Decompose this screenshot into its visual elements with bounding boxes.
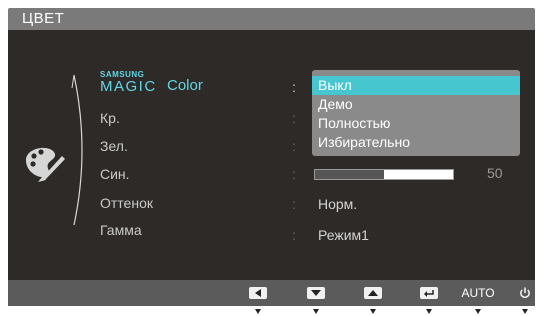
left-arrow-icon (255, 289, 261, 297)
menu-item-green[interactable]: Зел. (100, 138, 128, 154)
colon-green: : (292, 138, 296, 154)
dropdown-option-demo[interactable]: Демо (312, 95, 520, 114)
left-button[interactable] (247, 285, 269, 301)
title-bar: ЦВЕТ (8, 8, 535, 30)
down-arrow-icon (311, 290, 321, 296)
up-button[interactable] (362, 285, 384, 301)
auto-button[interactable]: AUTO (458, 285, 498, 301)
magic-brand-label: MAGIC (100, 78, 157, 95)
colon-tone: : (292, 196, 296, 212)
colon-magic-color: : (292, 79, 296, 95)
enter-icon (424, 289, 434, 297)
tick-power (522, 309, 528, 314)
menu-item-tone[interactable]: Оттенок (100, 195, 153, 211)
blue-slider[interactable] (314, 169, 454, 180)
menu-item-blue[interactable]: Син. (100, 166, 130, 182)
colon-gamma: : (292, 227, 296, 243)
dropdown-option-off[interactable]: Выкл (312, 76, 520, 95)
gamma-value: Режим1 (318, 227, 369, 243)
palette-icon (26, 147, 65, 182)
tone-value: Норм. (318, 196, 358, 212)
power-button[interactable] (516, 285, 534, 301)
up-arrow-icon (368, 290, 378, 296)
menu-item-red[interactable]: Кр. (100, 110, 120, 126)
colon-red: : (292, 110, 296, 126)
control-bar (8, 280, 535, 306)
tick-auto (475, 309, 481, 314)
magic-color-dropdown[interactable]: Выкл Демо Полностью Избирательно (312, 70, 520, 156)
dropdown-option-full[interactable]: Полностью (312, 114, 520, 133)
dropdown-option-selective[interactable]: Избирательно (312, 133, 520, 152)
blue-slider-fill (315, 170, 384, 179)
blue-slider-value: 50 (487, 165, 503, 181)
menu-item-gamma[interactable]: Гамма (100, 222, 142, 238)
tick-left (255, 309, 261, 314)
down-button[interactable] (305, 285, 327, 301)
colon-blue: : (292, 166, 296, 182)
enter-button[interactable] (418, 285, 440, 301)
power-icon (520, 287, 530, 299)
osd-window: ЦВЕТ SAMSUNG MAGIC Color : Выкл Демо Пол… (0, 0, 543, 316)
tick-down (313, 309, 319, 314)
tick-enter (426, 309, 432, 314)
page-title: ЦВЕТ (22, 10, 65, 27)
auto-label: AUTO (461, 286, 495, 300)
magic-color-label: Color (167, 77, 203, 94)
tick-up (370, 309, 376, 314)
